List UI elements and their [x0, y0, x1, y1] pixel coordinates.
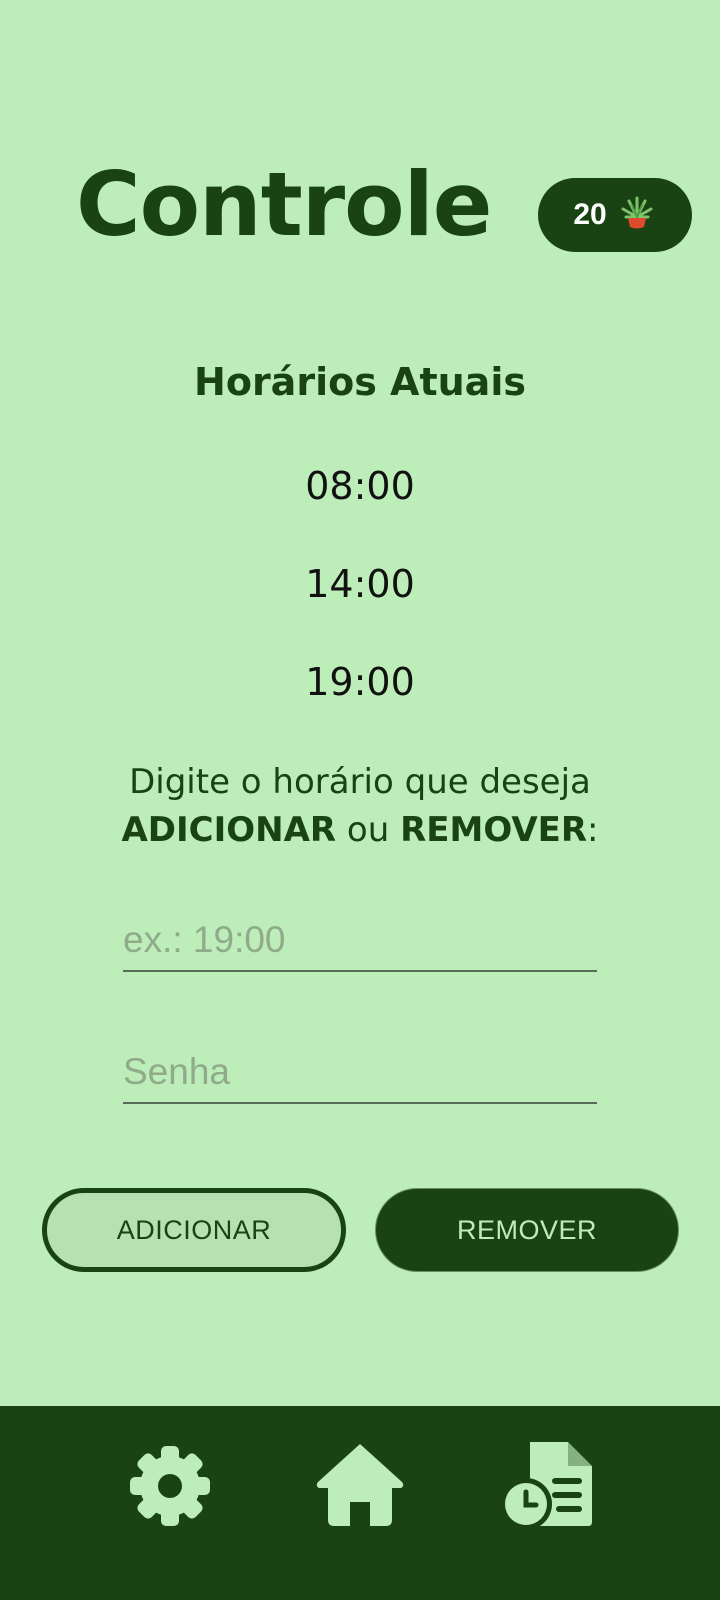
time-item: 08:00	[305, 464, 415, 508]
potted-plant-icon	[617, 193, 657, 237]
page-title: Controle	[76, 153, 492, 256]
instruction-text: Digite o horário que deseja ADICIONAR ou…	[0, 758, 720, 854]
bottom-navigation	[0, 1406, 720, 1600]
instruction-line-2: ADICIONAR ou REMOVER:	[0, 806, 720, 854]
connector-text: ou	[336, 810, 401, 850]
remove-button[interactable]: REMOVER	[375, 1188, 679, 1272]
password-input[interactable]	[123, 1042, 597, 1102]
instruction-suffix: :	[587, 810, 599, 850]
time-item: 14:00	[305, 562, 415, 606]
time-item: 19:00	[305, 660, 415, 704]
time-input[interactable]	[123, 910, 597, 970]
add-button[interactable]: ADICIONAR	[42, 1188, 346, 1272]
report-clock-icon[interactable]	[500, 1438, 596, 1534]
plant-count-badge: 20	[538, 178, 692, 252]
password-field	[123, 1042, 597, 1104]
add-keyword: ADICIONAR	[121, 810, 337, 850]
plant-count: 20	[573, 198, 607, 231]
instruction-line: Digite o horário que deseja	[129, 762, 591, 802]
time-field	[123, 910, 597, 972]
gear-icon[interactable]	[122, 1438, 218, 1534]
times-list: 08:00 14:00 19:00	[0, 460, 720, 754]
current-times-heading: Horários Atuais	[194, 360, 526, 404]
home-icon[interactable]	[312, 1438, 408, 1534]
control-screen: Controle 20 Horários Atuais 08:00 14:00 …	[0, 0, 720, 1600]
remove-keyword: REMOVER	[400, 810, 588, 850]
